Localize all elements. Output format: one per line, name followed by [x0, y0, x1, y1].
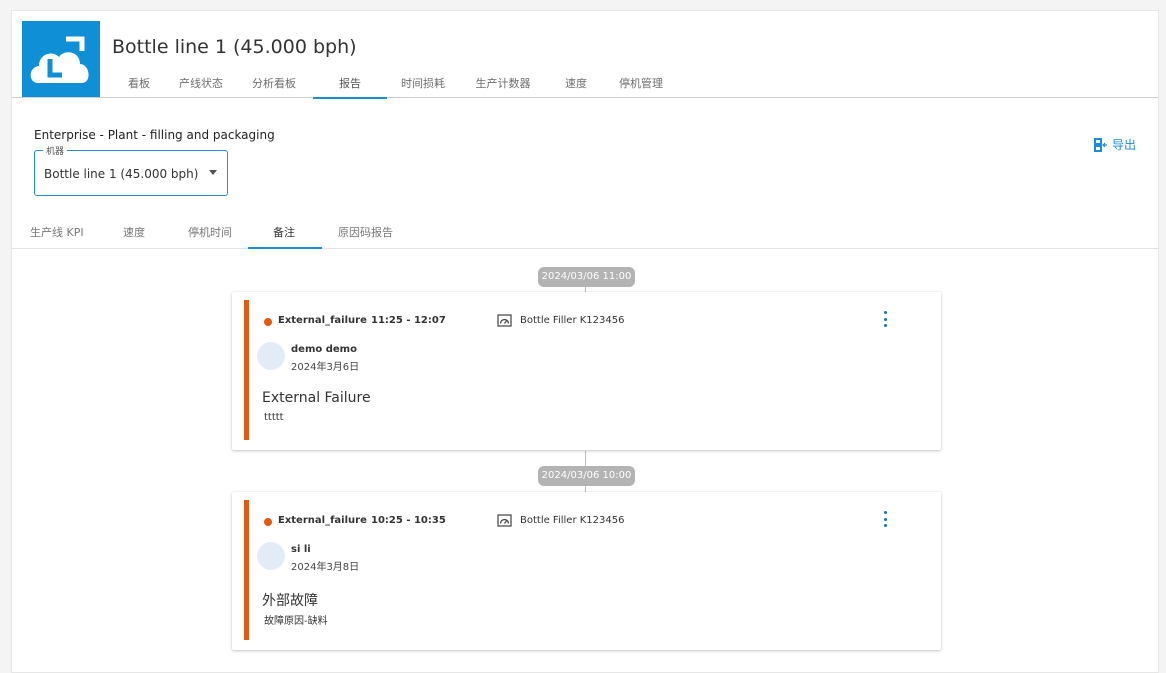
- note-date: 2024年3月6日: [291, 362, 360, 373]
- machine-select[interactable]: 机器 Bottle line 1 (45.000 bph): [34, 144, 228, 196]
- chevron-down-icon: [209, 170, 217, 175]
- export-label: 导出: [1111, 138, 1136, 152]
- breadcrumb: Enterprise - Plant - filling and packagi…: [34, 128, 275, 142]
- note-reason: External_failure: [278, 315, 367, 326]
- timeline-time-badge: 2024/03/06 10:00: [538, 466, 635, 486]
- export-icon: [1093, 137, 1107, 152]
- note-body: ttttt: [264, 412, 284, 423]
- tab-analysis[interactable]: 分析看板: [235, 71, 313, 98]
- timeline-time-badge: 2024/03/06 11:00: [538, 267, 635, 287]
- status-bar: [244, 300, 249, 440]
- main-nav: 看板 产线状态 分析看板 报告 时间损耗 生产计数器 速度 停机管理: [111, 71, 677, 99]
- note-body: 故障原因-缺料: [264, 616, 328, 627]
- kebab-menu-icon[interactable]: [882, 311, 888, 327]
- note-card: External_failure 10:25 - 10:35 Bottle Fi…: [232, 492, 941, 650]
- machine-select-value: Bottle line 1 (45.000 bph): [44, 167, 199, 181]
- note-user: demo demo: [291, 344, 357, 355]
- note-time-range: 10:25 - 10:35: [371, 515, 446, 526]
- status-dot-icon: [264, 318, 272, 326]
- note-title: External Failure: [262, 390, 371, 406]
- avatar: [257, 342, 285, 370]
- app-header: Bottle line 1 (45.000 bph) 看板 产线状态 分析看板 …: [12, 11, 1158, 99]
- note-machine: Bottle Filler K123456: [520, 515, 625, 526]
- tab-speed[interactable]: 速度: [547, 71, 605, 98]
- tab-downtime-management[interactable]: 停机管理: [605, 71, 677, 98]
- machine-select-label: 机器: [43, 144, 68, 157]
- tab-time-loss[interactable]: 时间损耗: [387, 71, 459, 98]
- subtab-reason-code-report[interactable]: 原因码报告: [338, 224, 393, 240]
- cloud-logo-icon[interactable]: [22, 21, 100, 97]
- note-machine: Bottle Filler K123456: [520, 315, 625, 326]
- tab-reports[interactable]: 报告: [313, 71, 387, 99]
- note-card: External_failure 11:25 - 12:07 Bottle Fi…: [232, 292, 941, 450]
- note-title: 外部故障: [262, 593, 318, 609]
- app-frame: Bottle line 1 (45.000 bph) 看板 产线状态 分析看板 …: [11, 10, 1159, 673]
- report-subtabs: 生产线 KPI 速度 停机时间 备注 原因码报告: [12, 219, 1158, 249]
- note-user: si li: [291, 544, 311, 555]
- status-bar: [244, 500, 249, 640]
- tab-production-counter[interactable]: 生产计数器: [459, 71, 547, 98]
- note-reason: External_failure: [278, 515, 367, 526]
- page-title: Bottle line 1 (45.000 bph): [112, 36, 357, 58]
- gauge-icon: [497, 314, 512, 327]
- status-dot-icon: [264, 518, 272, 526]
- active-subtab-indicator: [248, 247, 322, 249]
- note-time-range: 11:25 - 12:07: [371, 315, 446, 326]
- note-date: 2024年3月8日: [291, 562, 360, 573]
- tab-line-status[interactable]: 产线状态: [167, 71, 235, 98]
- gauge-icon: [497, 514, 512, 527]
- subtab-line-kpi[interactable]: 生产线 KPI: [30, 224, 84, 240]
- avatar: [257, 542, 285, 570]
- subtab-speed[interactable]: 速度: [123, 224, 145, 240]
- export-button[interactable]: 导出: [1093, 136, 1136, 153]
- subtab-notes[interactable]: 备注: [273, 224, 295, 240]
- kebab-menu-icon[interactable]: [882, 511, 888, 527]
- subtab-downtime[interactable]: 停机时间: [188, 224, 232, 240]
- tab-dashboard[interactable]: 看板: [111, 71, 167, 98]
